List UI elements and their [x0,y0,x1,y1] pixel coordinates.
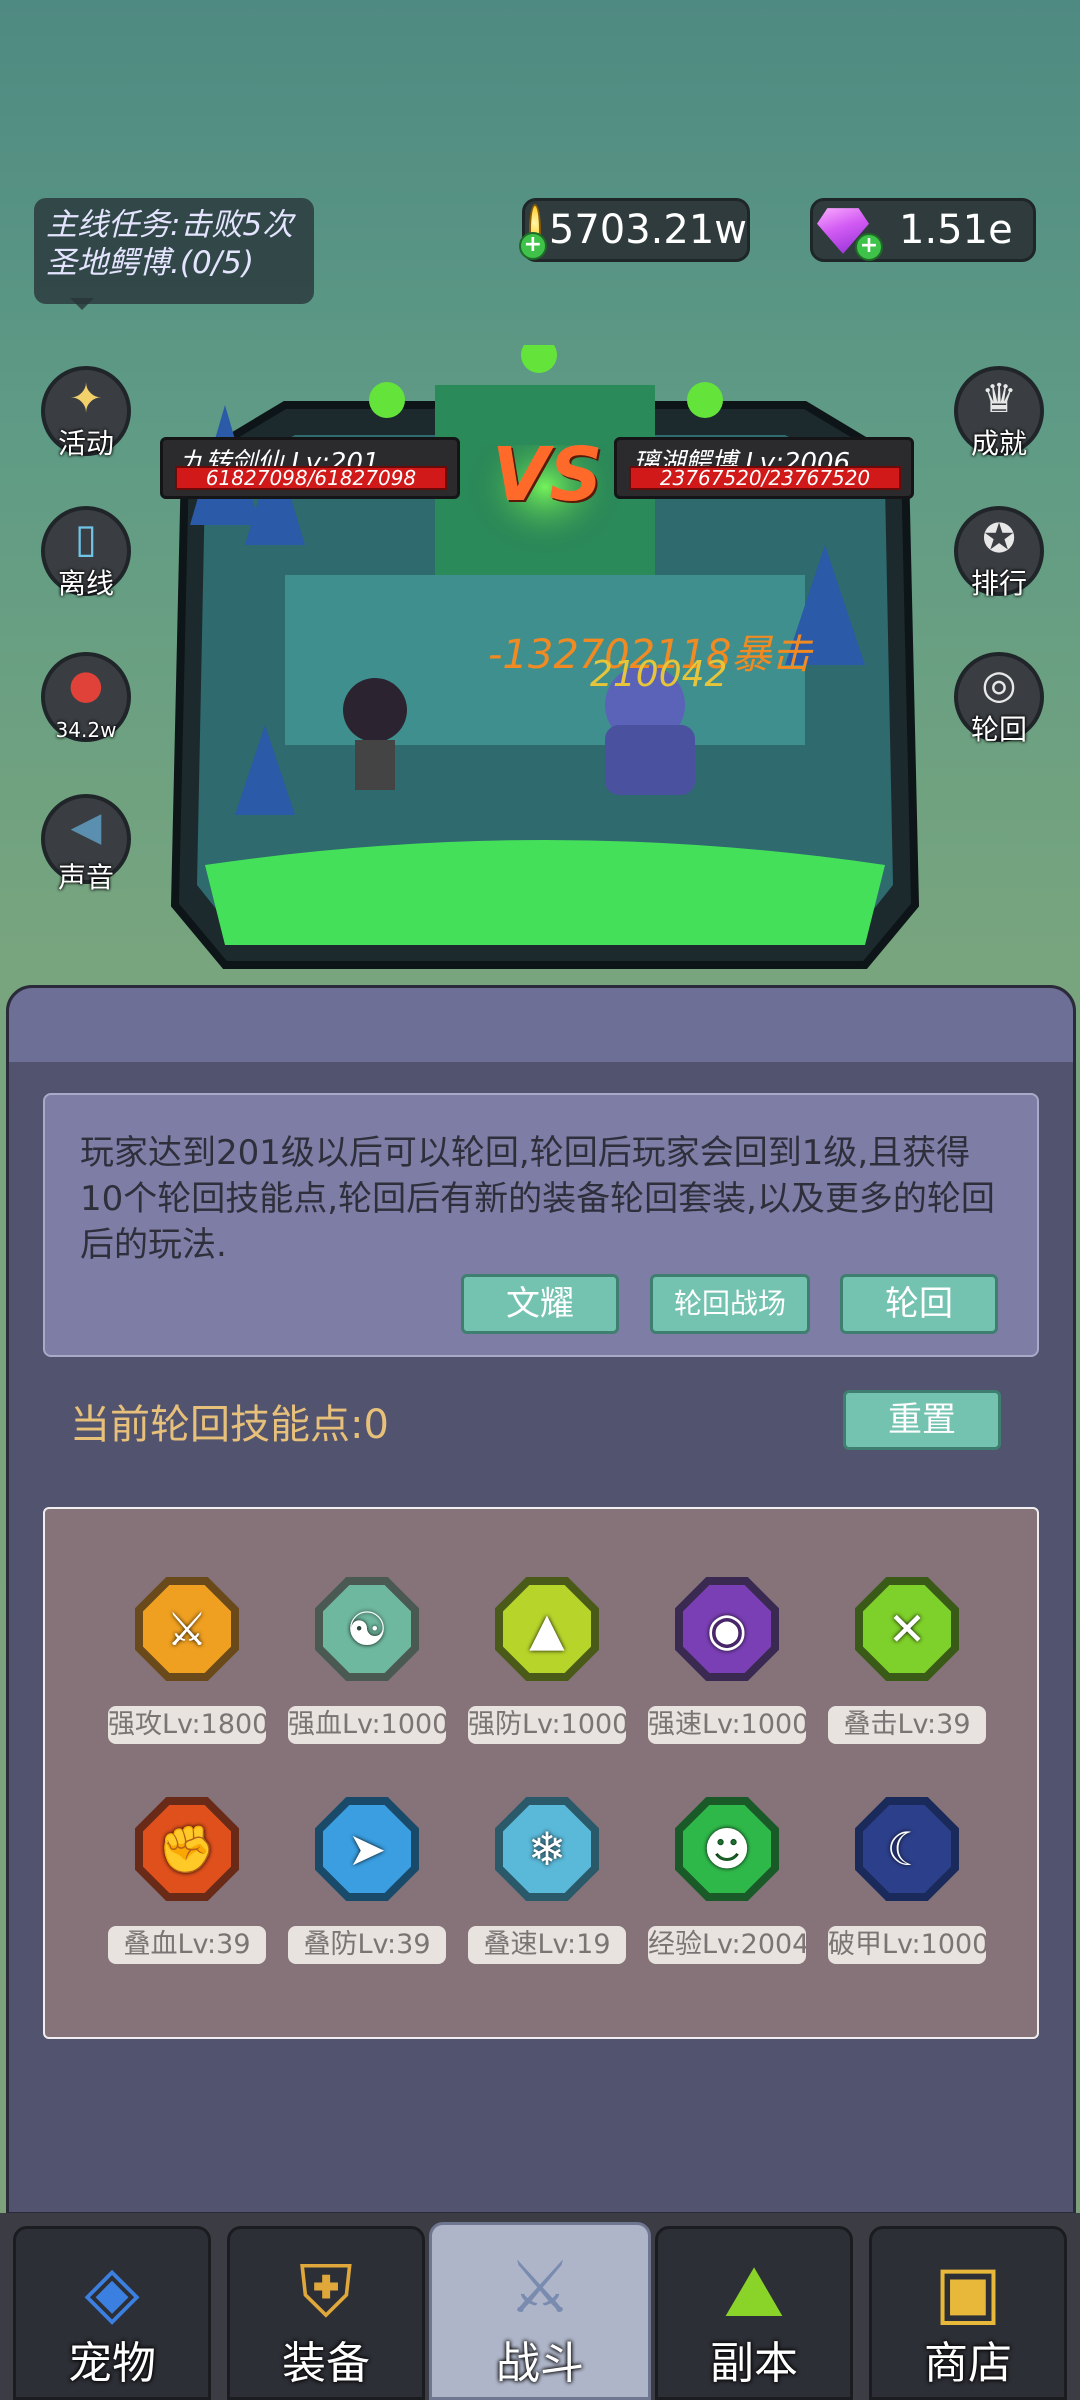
nav-shop-button[interactable]: ▣ 商店 [869,2226,1067,2400]
boot-icon: ▲ [503,1585,591,1673]
helmet-icon: ⛨ [298,2249,353,2333]
reincarnate-button[interactable]: 轮回 [840,1274,998,1334]
skill-strong-attack-label: 强攻Lv:1800 [108,1706,266,1744]
reincarnation-side-label: 轮回 [970,713,1027,746]
reincarnation-description: 玩家达到201级以后可以轮回,轮回后玩家会回到1级,且获得10个轮回技能点,轮回… [80,1133,995,1265]
add-gold-icon[interactable]: + [518,232,547,260]
pet-egg-icon: ◈ [84,2249,140,2333]
skill-points-label: 当前轮回技能点:0 [70,1402,389,1448]
skill-strong-hp-label: 强血Lv:1000 [288,1706,446,1744]
skill-strong-speed-label: 强速Lv:1000 [648,1706,806,1744]
wenyao-button[interactable]: 文耀 [461,1274,619,1334]
nav-dungeon-button[interactable]: ⛰ 副本 [655,2226,853,2400]
skill-stack-attack-label: 叠击Lv:39 [828,1706,986,1744]
trophy-icon: ♛ [981,376,1017,422]
sound-label: 声音 [57,861,114,894]
reset-button[interactable]: 重置 [843,1390,1001,1450]
achievement-label: 成就 [970,427,1027,460]
stars-icon: ✦ [69,376,103,422]
skill-strong-defense-label: 强防Lv:1000 [468,1706,626,1744]
skill-armor-break-label: 破甲Lv:1000 [828,1926,986,1964]
main-quest-text: 主线任务:击败5次圣地鳄博.(0/5) [46,207,294,281]
panel-header [9,988,1073,1062]
skill-stack-hp-label: 叠血Lv:39 [108,1926,266,1964]
gold-counter[interactable]: + 5703.21w [518,198,750,262]
nav-dungeon-label: 副本 [710,2338,798,2389]
dash-icon: ➤ [323,1805,411,1893]
medal-icon: ✪ [982,516,1016,562]
damage-number-2: 210042 [590,654,728,695]
nav-battle-label: 战斗 [496,2338,584,2389]
potion-count: 34.2w [55,718,117,742]
potion-icon: ● [68,662,104,708]
main-quest-tooltip[interactable]: 主线任务:击败5次圣地鳄博.(0/5) [34,198,314,310]
flex-icon: ✊ [143,1805,231,1893]
gold-coin-icon: + [518,204,547,260]
add-gem-icon[interactable]: + [855,233,883,261]
gem-amount: 1.51e [899,207,1013,253]
meditate-icon: ☯ [323,1585,411,1673]
reincarnation-arena-button[interactable]: 轮回战场 [650,1274,810,1334]
player-hp-bar: 九转剑仙 Lv:201 61827098/61827098 [160,437,460,499]
eye-shield-icon: ◉ [683,1585,771,1673]
skill-stack-speed-label: 叠速Lv:19 [468,1926,626,1964]
nav-shop-label: 商店 [924,2338,1012,2389]
gem-counter[interactable]: + 1.51e [810,198,1036,262]
sword-icon: ⚔ [143,1585,231,1673]
nav-battle-button[interactable]: ⚔ 战斗 [429,2222,651,2400]
player-hp-fill: 61827098/61827098 [175,466,447,490]
snowflake-shield-icon: ❄ [503,1805,591,1893]
treasure-chest-icon: ▣ [933,2249,1003,2333]
crit-label: 暴击 [731,632,812,678]
nav-equipment-button[interactable]: ⛨ 装备 [227,2226,425,2400]
swirl-icon: ◎ [981,662,1017,708]
offline-label: 离线 [57,567,114,600]
nav-pet-button[interactable]: ◈ 宠物 [13,2226,211,2400]
ranking-label: 排行 [970,567,1027,600]
crossed-swords-icon: ⚔ [507,2245,573,2329]
enemy-hp-bar: 璃湖鳄博 Lv:2006 23767520/23767520 [614,437,914,499]
slash-icon: ✕ [863,1585,951,1673]
skill-experience-label: 经验Lv:2004 [648,1926,806,1964]
figure-icon: ☻ [683,1805,771,1893]
nav-pet-label: 宠物 [68,2338,156,2389]
vs-label: VS [492,432,603,518]
enemy-hp-fill: 23767520/23767520 [629,466,901,490]
dungeon-icon: ⛰ [723,2249,785,2333]
skill-stack-defense-label: 叠防Lv:39 [288,1926,446,1964]
nav-equipment-label: 装备 [282,2338,370,2389]
offline-phone-icon: ▯ [74,516,97,562]
speaker-icon: ◀ [70,804,102,850]
gold-amount: 5703.21w [548,207,747,253]
moon-strike-icon: ☾ [863,1805,951,1893]
activity-label: 活动 [57,427,114,460]
